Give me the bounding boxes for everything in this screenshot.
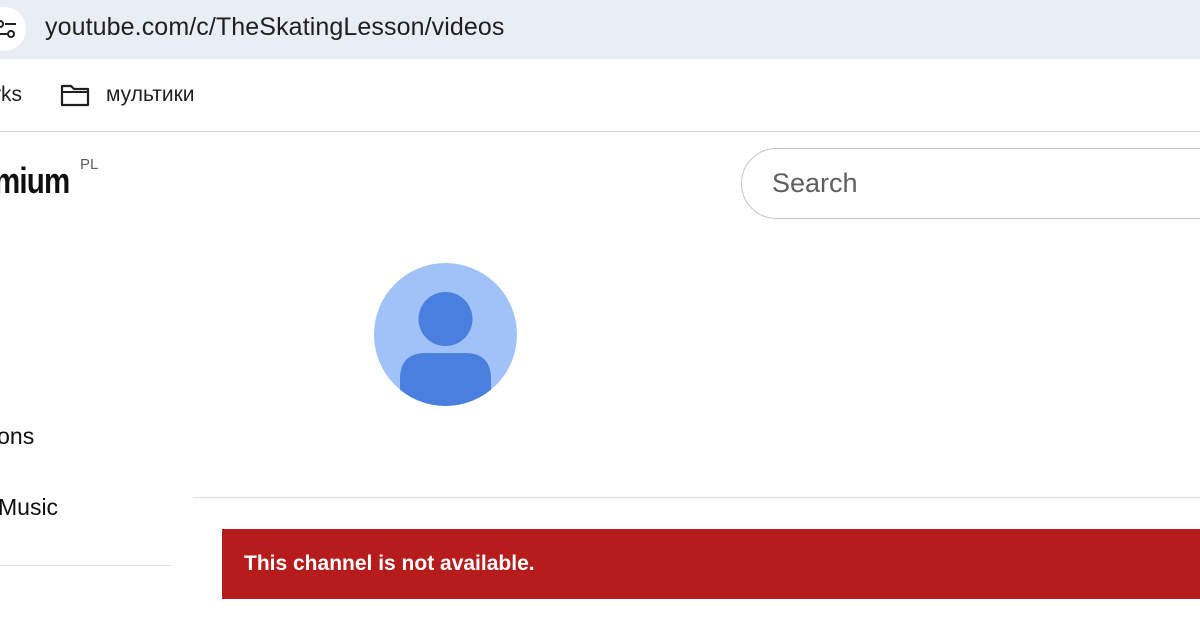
bookmark-folder[interactable]: мультики bbox=[60, 81, 195, 109]
error-message: This channel is not available. bbox=[244, 552, 535, 575]
address-bar: youtube.com/c/TheSkatingLesson/videos bbox=[0, 0, 1200, 59]
site-info-button[interactable] bbox=[0, 7, 26, 51]
bookmark-item-partial[interactable]: rks bbox=[0, 83, 22, 107]
sidebar-divider bbox=[0, 565, 172, 566]
sidebar-item-subscriptions[interactable]: ions bbox=[0, 423, 34, 450]
bookmark-folder-label: мультики bbox=[106, 83, 195, 106]
channel-tabs-divider bbox=[193, 497, 1200, 498]
channel-avatar bbox=[374, 263, 517, 406]
folder-icon bbox=[60, 84, 90, 107]
bookmarks-bar: rks мультики bbox=[0, 59, 1200, 132]
sidebar-item-music[interactable]: Music bbox=[0, 494, 58, 521]
error-banner: This channel is not available. bbox=[222, 529, 1200, 599]
youtube-premium-logo[interactable]: mium bbox=[0, 160, 70, 202]
search-input[interactable]: Search bbox=[772, 168, 858, 199]
url-field[interactable]: youtube.com/c/TheSkatingLesson/videos bbox=[45, 13, 505, 42]
country-code: PL bbox=[80, 156, 99, 173]
search-box[interactable]: Search bbox=[741, 148, 1200, 219]
person-icon bbox=[400, 292, 491, 406]
tune-icon bbox=[0, 20, 16, 38]
